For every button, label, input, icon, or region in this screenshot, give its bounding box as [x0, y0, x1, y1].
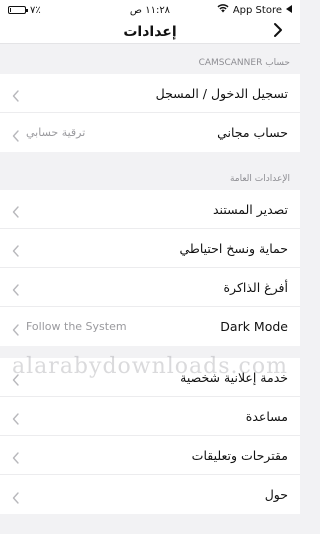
settings-screen: ٧٪ ١١:٢٨ ص App Store إعدادات حساب CAMSCA…	[0, 0, 300, 534]
row-label: مقترحات وتعليقات	[191, 447, 288, 463]
row-help[interactable]: مساعدة	[0, 397, 300, 436]
row-accessory	[12, 242, 20, 257]
battery-icon	[8, 6, 28, 14]
row-label: مساعدة	[245, 408, 288, 424]
row-free-account[interactable]: حساب مجاني ترقية حسابي	[0, 113, 300, 152]
row-export-document[interactable]: تصدير المستند	[0, 190, 300, 229]
status-left: ٧٪	[8, 5, 41, 16]
row-value-dark-mode: Follow the System	[26, 320, 127, 333]
section-header-account: حساب CAMSCANNER	[0, 44, 300, 74]
row-login[interactable]: تسجيل الدخول / المسجل	[0, 74, 300, 113]
row-accessory	[12, 489, 20, 504]
row-label: حماية ونسخ احتياطي	[179, 240, 288, 256]
chevron-left-icon	[12, 203, 20, 218]
section-general: تصدير المستند حماية ونسخ احتياطي أفرغ ال…	[0, 190, 300, 346]
row-feedback[interactable]: مقترحات وتعليقات	[0, 436, 300, 475]
chevron-left-icon	[12, 87, 20, 102]
row-label: Dark Mode	[220, 319, 288, 334]
row-dark-mode[interactable]: Dark Mode Follow the System	[0, 307, 300, 346]
chevron-left-icon	[12, 489, 20, 504]
row-label: تسجيل الدخول / المسجل	[155, 85, 288, 101]
chevron-left-icon	[12, 127, 20, 142]
back-triangle-icon	[286, 4, 292, 16]
row-security-backup[interactable]: حماية ونسخ احتياطي	[0, 229, 300, 268]
carrier-back-link[interactable]: App Store	[233, 5, 282, 16]
chevron-right-icon	[273, 22, 283, 42]
chevron-left-icon	[12, 321, 20, 336]
status-bar: ٧٪ ١١:٢٨ ص App Store	[0, 0, 300, 20]
battery-percent: ٧٪	[30, 4, 41, 16]
chevron-left-icon	[12, 410, 20, 425]
row-label: حول	[264, 487, 288, 502]
row-value-upgrade: ترقية حسابي	[26, 126, 86, 139]
section-about: خدمة إعلانية شخصية مساعدة مقترحات وتعليق…	[0, 358, 300, 514]
chevron-left-icon	[12, 449, 20, 464]
row-accessory	[12, 371, 20, 386]
row-accessory: ترقية حسابي	[12, 126, 86, 142]
row-clear-cache[interactable]: أفرغ الذاكرة	[0, 268, 300, 307]
row-accessory	[12, 281, 20, 296]
section-spacer	[0, 346, 300, 358]
chevron-left-icon	[12, 242, 20, 257]
wifi-icon	[217, 4, 229, 16]
row-label: حساب مجاني	[217, 125, 288, 140]
section-header-general: الإعدادات العامة	[0, 152, 300, 190]
row-accessory	[12, 449, 20, 464]
navigation-bar: إعدادات	[0, 20, 300, 44]
row-label: خدمة إعلانية شخصية	[180, 369, 288, 385]
row-accessory: Follow the System	[12, 320, 127, 336]
status-right: App Store	[217, 4, 292, 16]
section-account: تسجيل الدخول / المسجل حساب مجاني ترقية ح…	[0, 74, 300, 152]
row-personalized-ads[interactable]: خدمة إعلانية شخصية	[0, 358, 300, 397]
row-accessory	[12, 203, 20, 218]
chevron-left-icon	[12, 281, 20, 296]
row-accessory	[12, 410, 20, 425]
row-label: تصدير المستند	[213, 201, 288, 217]
row-about[interactable]: حول	[0, 475, 300, 514]
page-title: إعدادات	[123, 23, 177, 40]
row-label: أفرغ الذاكرة	[223, 279, 289, 295]
chevron-left-icon	[12, 371, 20, 386]
back-button[interactable]	[268, 22, 288, 42]
row-accessory	[12, 87, 20, 102]
